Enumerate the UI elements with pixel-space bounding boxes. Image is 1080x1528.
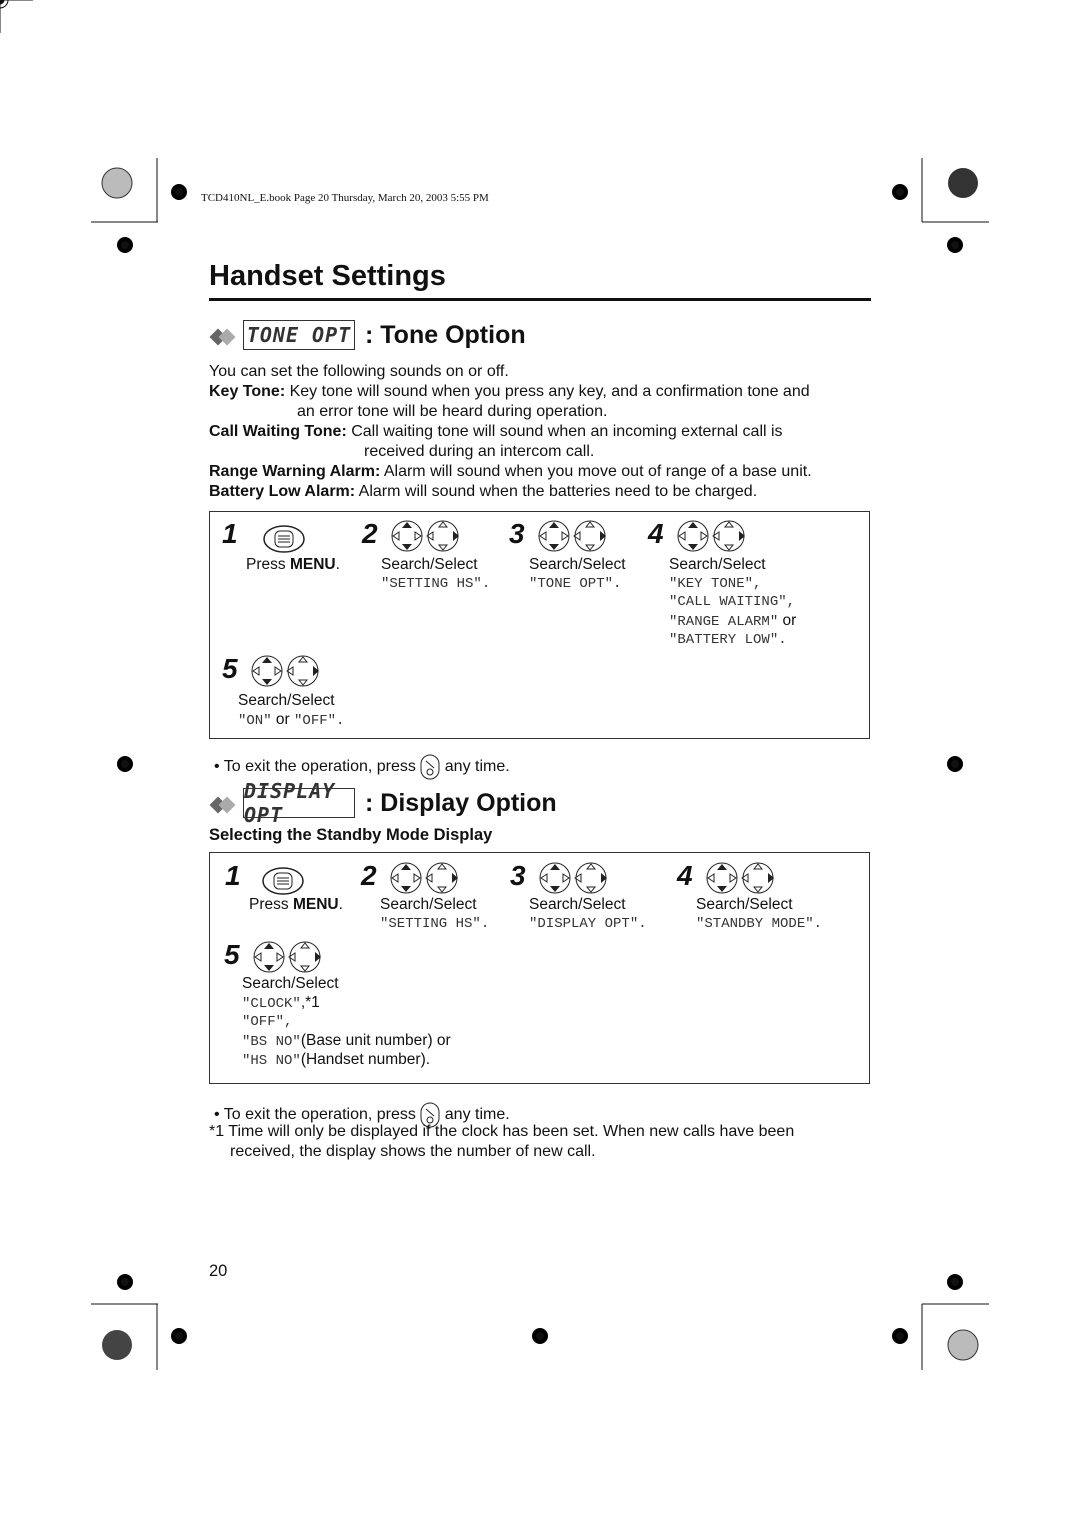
step-number: 3 bbox=[509, 518, 525, 549]
navigator-key-icon bbox=[676, 520, 748, 552]
tone-description: You can set the following sounds on or o… bbox=[209, 362, 879, 502]
display-step-4: 4 bbox=[677, 860, 777, 896]
subheading: Selecting the Standby Mode Display bbox=[209, 826, 493, 844]
tone-step-1: 1 bbox=[222, 518, 306, 554]
lcd-display: TONE OPT bbox=[243, 320, 355, 350]
section-title: : Tone Option bbox=[365, 320, 526, 349]
step-number: 4 bbox=[677, 860, 693, 891]
display-step-3: 3 bbox=[510, 860, 610, 896]
display-option-heading: DISPLAY OPT : Display Option bbox=[209, 779, 557, 827]
display-step-5: 5 bbox=[224, 939, 324, 975]
menu-button-icon bbox=[261, 867, 305, 895]
navigator-key-icon bbox=[705, 862, 777, 894]
page-number: 20 bbox=[209, 1262, 228, 1280]
off-button-icon bbox=[420, 1102, 440, 1128]
display-step-3-text: Search/Select "DISPLAY OPT". bbox=[529, 896, 647, 932]
diamond-icon bbox=[209, 321, 236, 350]
page-title: Handset Settings bbox=[209, 260, 446, 292]
tone-step-1-text: Press MENU. bbox=[246, 556, 340, 573]
navigator-key-icon bbox=[250, 655, 322, 687]
display-step-1: 1 bbox=[225, 860, 305, 896]
range-alarm-item: Range Warning Alarm: Alarm will sound wh… bbox=[209, 463, 812, 480]
title-rule bbox=[209, 298, 871, 301]
key-tone-item: Key Tone: Key tone will sound when you p… bbox=[209, 383, 810, 400]
navigator-key-icon bbox=[389, 862, 461, 894]
diamond-icon bbox=[209, 789, 236, 818]
lcd-display: DISPLAY OPT bbox=[243, 779, 355, 827]
page: TCD410NL_E.book Page 20 Thursday, March … bbox=[0, 0, 1080, 1528]
registration-marks bbox=[0, 0, 989, 1370]
tone-step-5: 5 bbox=[222, 653, 322, 689]
tone-step-4: 4 bbox=[648, 518, 748, 554]
step-number: 2 bbox=[362, 518, 378, 549]
tone-step-3: 3 bbox=[509, 518, 609, 554]
navigator-key-icon bbox=[537, 520, 609, 552]
step-number: 5 bbox=[222, 653, 238, 684]
key-tone-cont: an error tone will be heard during opera… bbox=[297, 403, 608, 420]
section-title: : Display Option bbox=[365, 788, 557, 817]
tone-exit-note: • To exit the operation, press any time. bbox=[214, 754, 510, 780]
battery-alarm-item: Battery Low Alarm: Alarm will sound when… bbox=[209, 483, 758, 500]
tone-step-5-text: Search/Select "ON" or "OFF". bbox=[238, 692, 345, 729]
navigator-key-icon bbox=[252, 941, 324, 973]
step-number: 1 bbox=[222, 518, 238, 549]
display-step-1-text: Press MENU. bbox=[249, 896, 343, 913]
step-number: 2 bbox=[361, 860, 377, 891]
file-header: TCD410NL_E.book Page 20 Thursday, March … bbox=[201, 192, 489, 204]
off-button-icon bbox=[420, 754, 440, 780]
call-waiting-cont: received during an intercom call. bbox=[364, 443, 595, 460]
menu-button-icon bbox=[262, 525, 306, 553]
tone-option-heading: TONE OPT : Tone Option bbox=[209, 320, 526, 350]
display-step-2: 2 bbox=[361, 860, 461, 896]
step-number: 5 bbox=[224, 939, 240, 970]
tone-step-4-text: Search/Select "KEY TONE", "CALL WAITING", "… bbox=[669, 556, 797, 648]
navigator-key-icon bbox=[538, 862, 610, 894]
tone-step-2-text: Search/Select "SETTING HS". bbox=[381, 556, 491, 592]
intro: You can set the following sounds on or o… bbox=[209, 363, 509, 380]
navigator-key-icon bbox=[390, 520, 462, 552]
tone-step-2: 2 bbox=[362, 518, 462, 554]
display-step-2-text: Search/Select "SETTING HS". bbox=[380, 896, 490, 932]
step-number: 4 bbox=[648, 518, 664, 549]
footnote: *1 Time will only be displayed if the cl… bbox=[209, 1123, 795, 1160]
step-number: 1 bbox=[225, 860, 241, 891]
display-step-5-text: Search/Select "CLOCK",*1 "OFF", "BS NO"(… bbox=[242, 975, 451, 1069]
step-number: 3 bbox=[510, 860, 526, 891]
display-step-4-text: Search/Select "STANDBY MODE". bbox=[696, 896, 823, 932]
call-waiting-item: Call Waiting Tone: Call waiting tone wil… bbox=[209, 423, 783, 440]
tone-step-3-text: Search/Select "TONE OPT". bbox=[529, 556, 626, 592]
